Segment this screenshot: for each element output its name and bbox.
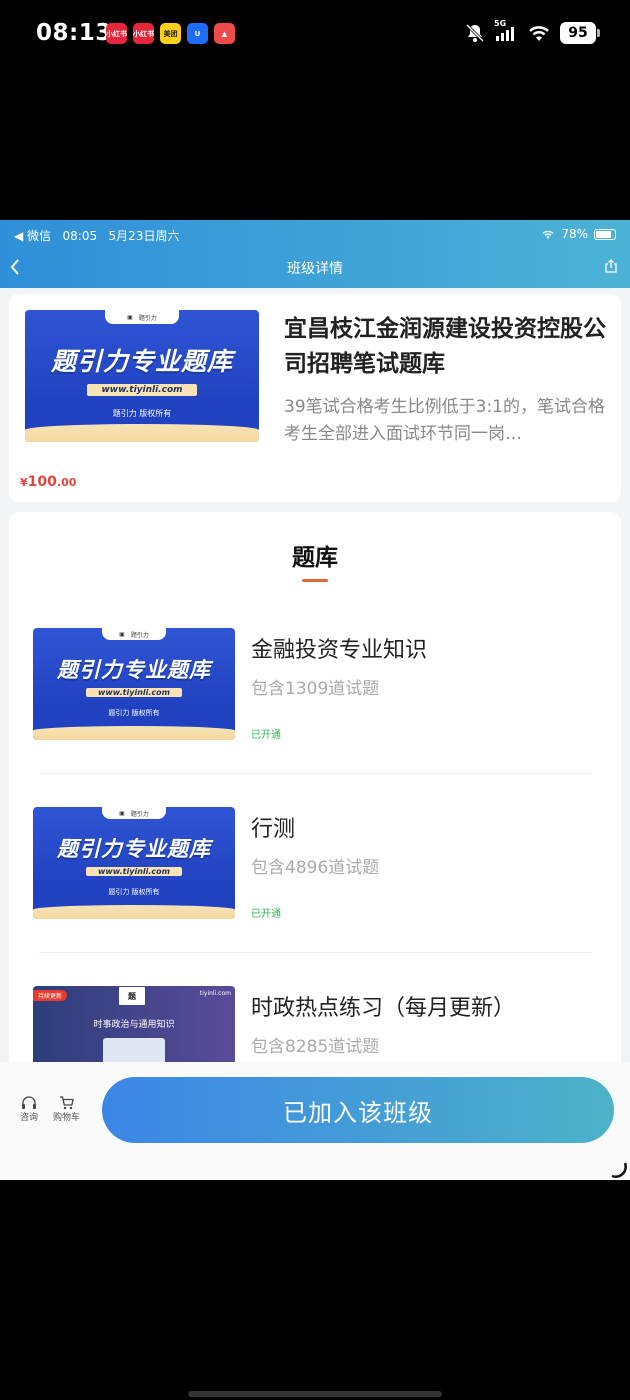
item-count: 包含4896道试题 (251, 858, 380, 878)
share-button[interactable] (604, 258, 618, 273)
price-integer: 100 (27, 474, 57, 490)
logo-mark: ▣ (119, 630, 125, 638)
item-cover-image: ▣ 题引力 题引力专业题库 www.tiyinli.com 题引力 版权所有 (33, 807, 235, 919)
thumb-url: www.tiyinli.com (86, 867, 182, 876)
thumb-copyright: 题引力 版权所有 (108, 709, 160, 717)
class-detail-page: ◀ 微信 08:05 5月23日周六 78% 班级详情 ▣ 题引力 题引力专业题库… (0, 220, 630, 1180)
item-status: 已开通 (251, 730, 281, 741)
consult-label: 咨询 (20, 1113, 39, 1123)
cart-button[interactable]: 购物车 (53, 1096, 80, 1123)
course-cover-image: ▣ 题引力 题引力专业题库 www.tiyinli.com 题引力 版权所有 (25, 310, 259, 442)
item-title: 时政热点练习（每月更新） (251, 996, 516, 1021)
thumb-headline: 题引力专业题库 (57, 658, 211, 682)
status-time: 08:13 (36, 20, 112, 46)
list-item[interactable]: ▣ 题引力 题引力专业题库 www.tiyinli.com 题引力 版权所有 行测… (33, 807, 598, 927)
thumb-headline: 时事政治与通用知识 (93, 1020, 175, 1030)
thumb-url: www.tiyinli.com (86, 688, 182, 697)
cart-label: 购物车 (53, 1113, 81, 1123)
item-status: 已开通 (251, 909, 281, 920)
divider (39, 952, 592, 953)
inner-status-right: 78% (541, 227, 616, 241)
list-item[interactable]: ▣ 题引力 题引力专业题库 www.tiyinli.com 题引力 版权所有 金融… (33, 628, 598, 748)
status-right: 5G 95 (465, 19, 600, 44)
thumb-copyright: 题引力 版权所有 (112, 409, 172, 418)
join-class-button[interactable]: 已加入该班级 (102, 1077, 614, 1143)
item-cover-image: ▣ 题引力 题引力专业题库 www.tiyinli.com 题引力 版权所有 (33, 628, 235, 740)
inner-time: 08:05 (62, 229, 98, 243)
section-title: 题库 (292, 545, 338, 571)
thumb-copyright: 题引力 版权所有 (108, 888, 160, 896)
thumb-headline: 题引力专业题库 (57, 837, 211, 861)
cellular-signal-icon: 5G (494, 19, 518, 43)
consult-button[interactable]: 咨询 (20, 1096, 38, 1123)
back-to-wechat-link[interactable]: ◀ 微信 (14, 229, 51, 243)
item-count: 包含1309道试题 (251, 679, 380, 699)
logo-mark: ▣ (119, 809, 125, 817)
battery-level: 95 (568, 25, 588, 41)
course-description: 39笔试合格考生比例低于3:1的，笔试合格考生全部进入面试环节同一岗… (284, 397, 605, 444)
triangle-app-icon: ▲ (214, 23, 235, 44)
cart-icon (59, 1096, 74, 1110)
page-title: 班级详情 (287, 261, 343, 277)
network-type: 5G (494, 19, 507, 28)
thumb-url: www.tiyinli.com (87, 384, 197, 396)
thumb-tag: 题引力 (130, 631, 149, 639)
course-price: ¥100.00 (20, 474, 76, 490)
top-header: ◀ 微信 08:05 5月23日周六 78% 班级详情 (0, 220, 630, 288)
price-decimal: .00 (56, 476, 77, 489)
headset-icon (22, 1096, 36, 1109)
inner-status-left: ◀ 微信 08:05 5月23日周六 (14, 227, 179, 244)
inner-date: 5月23日周六 (108, 229, 180, 243)
divider (39, 773, 592, 774)
xiaohongshu-app-icon-2: 小红书 (133, 23, 154, 44)
item-count: 包含8285道试题 (251, 1037, 380, 1057)
logo-mark: ▣ (127, 313, 133, 321)
inner-battery-text: 78% (561, 227, 588, 241)
share-icon (605, 259, 617, 273)
meituan-app-icon: 美团 (160, 23, 181, 44)
thumb-headline: 题引力专业题库 (50, 347, 233, 376)
home-indicator[interactable] (188, 1391, 442, 1397)
wifi-icon (542, 230, 554, 239)
logo-mark: 题 (119, 987, 145, 1005)
item-title: 行测 (251, 817, 296, 842)
thumb-tag: 题引力 (138, 314, 157, 322)
question-bank-card: 题库 ▣ 题引力 题引力专业题库 www.tiyinli.com 题引力 版权所有… (9, 512, 621, 1132)
section-underline (302, 579, 328, 582)
course-title: 宜昌枝江金润源建设投资控股公司招聘笔试题库 (284, 316, 606, 377)
battery-icon (594, 228, 616, 240)
bottom-action-bar: 咨询 购物车 已加入该班级 (0, 1062, 630, 1180)
price-symbol: ¥ (20, 476, 28, 489)
thumb-site: tiyinli.com (199, 990, 231, 997)
update-badge: 持续更新 (33, 990, 68, 1001)
xiaohongshu-app-icon: 小红书 (106, 23, 127, 44)
battery-indicator: 95 (560, 22, 600, 44)
thumb-tag: 题引力 (130, 810, 149, 818)
mute-bell-icon (465, 23, 485, 43)
item-title: 金融投资专业知识 (251, 638, 428, 663)
loading-spinner-icon (611, 1162, 627, 1178)
uu-app-icon: U (187, 23, 208, 44)
wifi-icon (529, 26, 549, 41)
course-summary-card[interactable]: ▣ 题引力 题引力专业题库 www.tiyinli.com 题引力 版权所有 宜昌… (9, 294, 621, 502)
